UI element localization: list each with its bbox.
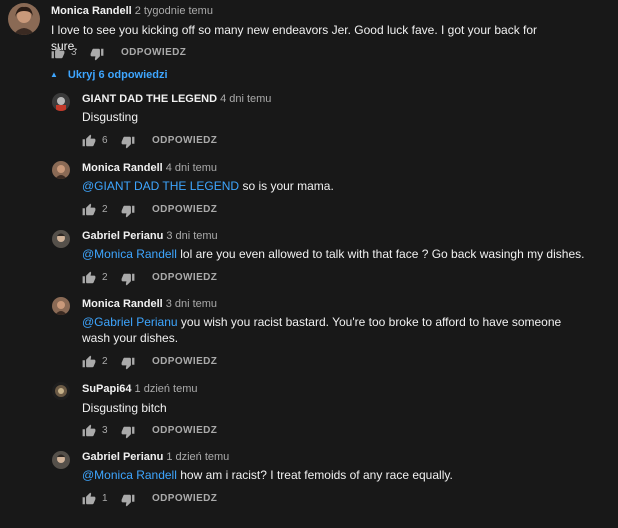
timestamp[interactable]: 4 dni temu xyxy=(220,93,271,105)
comment-text: @Monica Randell lol are you even allowed… xyxy=(82,246,592,262)
thumbs-down-icon[interactable] xyxy=(121,204,135,223)
comment-header: Gabriel Perianu 1 dzień temu xyxy=(82,451,229,463)
reply-button[interactable]: ODPOWIEDZ xyxy=(152,134,217,148)
reply-button[interactable]: ODPOWIEDZ xyxy=(152,424,217,438)
avatar[interactable] xyxy=(52,382,70,400)
thumbs-up-icon[interactable] xyxy=(82,271,96,290)
comment-actions: 2 ODPOWIEDZ xyxy=(82,355,282,370)
comment-actions: 2 ODPOWIEDZ xyxy=(82,271,282,286)
mention-link[interactable]: @Monica Randell xyxy=(82,247,177,261)
comment-header: Monica Randell 4 dni temu xyxy=(82,162,217,174)
avatar[interactable] xyxy=(52,161,70,179)
thumbs-up-icon[interactable] xyxy=(82,134,96,153)
like-count: 2 xyxy=(102,356,108,367)
like-count: 2 xyxy=(102,204,108,215)
comment-text: @Monica Randell how am i racist? I treat… xyxy=(82,467,592,483)
reply-item: Monica Randell 3 dni temu @Gabriel Perian… xyxy=(0,293,618,371)
mention-link[interactable]: @GIANT DAD THE LEGEND xyxy=(82,179,239,193)
reply-item: Gabriel Perianu 3 dni temu @Monica Randel… xyxy=(0,225,618,287)
comment-actions: 3 ODPOWIEDZ xyxy=(82,424,282,439)
hide-replies-button[interactable]: ▲ Ukryj 6 odpowiedzi xyxy=(50,69,168,81)
comment-actions: 3 ODPOWIEDZ xyxy=(51,46,251,61)
reply-item: GIANT DAD THE LEGEND 4 dni temu Disgustin… xyxy=(0,88,618,150)
reply-button[interactable]: ODPOWIEDZ xyxy=(152,271,217,285)
reply-button[interactable]: ODPOWIEDZ xyxy=(152,203,217,217)
thumbs-up-icon[interactable] xyxy=(82,355,96,374)
reply-button[interactable]: ODPOWIEDZ xyxy=(152,355,217,369)
author-name[interactable]: SuPapi64 xyxy=(82,383,132,395)
comment-actions: 2 ODPOWIEDZ xyxy=(82,203,282,218)
reply-button[interactable]: ODPOWIEDZ xyxy=(121,46,186,60)
avatar[interactable] xyxy=(8,3,40,35)
timestamp[interactable]: 3 dni temu xyxy=(166,298,217,310)
comment-body: Disgusting bitch xyxy=(82,401,167,415)
timestamp[interactable]: 2 tygodnie temu xyxy=(135,5,213,17)
avatar[interactable] xyxy=(52,451,70,469)
reply-button[interactable]: ODPOWIEDZ xyxy=(152,492,217,506)
reply-item: Gabriel Perianu 1 dzień temu @Monica Rand… xyxy=(0,446,618,508)
top-comment: Monica Randell 2 tygodnie temu I love to … xyxy=(0,0,618,64)
thumbs-down-icon[interactable] xyxy=(121,356,135,375)
thumbs-down-icon[interactable] xyxy=(121,272,135,291)
comment-body: lol are you even allowed to talk with th… xyxy=(176,247,585,261)
comment-text: @Gabriel Perianu you wish you racist bas… xyxy=(82,314,592,346)
comment-text: Disgusting bitch xyxy=(82,400,592,416)
comment-header: Monica Randell 3 dni temu xyxy=(82,298,217,310)
timestamp[interactable]: 4 dni temu xyxy=(166,162,217,174)
avatar[interactable] xyxy=(52,93,70,111)
comment-body: so is your mama. xyxy=(239,179,334,193)
timestamp[interactable]: 1 dzień temu xyxy=(166,451,229,463)
author-name[interactable]: Monica Randell xyxy=(82,298,163,310)
comment-header: SuPapi64 1 dzień temu xyxy=(82,383,198,395)
thumbs-down-icon[interactable] xyxy=(121,135,135,154)
avatar[interactable] xyxy=(52,297,70,315)
like-count: 3 xyxy=(71,47,77,58)
comment-header: Monica Randell 2 tygodnie temu xyxy=(51,5,213,17)
hide-replies-label: Ukryj 6 odpowiedzi xyxy=(67,69,168,81)
author-name[interactable]: Gabriel Perianu xyxy=(82,451,163,463)
author-name[interactable]: GIANT DAD THE LEGEND xyxy=(82,93,217,105)
thumbs-down-icon[interactable] xyxy=(90,47,104,66)
comment-text: @GIANT DAD THE LEGEND so is your mama. xyxy=(82,178,592,194)
comment-header: GIANT DAD THE LEGEND 4 dni temu xyxy=(82,93,271,105)
like-count: 1 xyxy=(102,493,108,504)
like-count: 6 xyxy=(102,135,108,146)
thumbs-down-icon[interactable] xyxy=(121,425,135,444)
comment-body: Disgusting xyxy=(82,110,139,124)
thumbs-up-icon[interactable] xyxy=(82,203,96,222)
comment-actions: 6 ODPOWIEDZ xyxy=(82,134,282,149)
thumbs-up-icon[interactable] xyxy=(82,424,96,443)
author-name[interactable]: Monica Randell xyxy=(51,5,132,17)
like-count: 2 xyxy=(102,272,108,283)
comment-body: how am i racist? I treat femoids of any … xyxy=(176,468,453,482)
comments-section: Monica Randell 2 tygodnie temu I love to … xyxy=(0,0,618,528)
timestamp[interactable]: 1 dzień temu xyxy=(135,383,198,395)
comment-actions: 1 ODPOWIEDZ xyxy=(82,492,282,507)
thumbs-up-icon[interactable] xyxy=(82,492,96,511)
caret-up-icon: ▲ xyxy=(50,70,58,79)
comment-text: Disgusting xyxy=(82,109,592,125)
like-count: 3 xyxy=(102,425,108,436)
thumbs-down-icon[interactable] xyxy=(121,493,135,512)
thumbs-up-icon[interactable] xyxy=(51,46,65,65)
mention-link[interactable]: @Gabriel Perianu xyxy=(82,315,178,329)
comment-header: Gabriel Perianu 3 dni temu xyxy=(82,230,218,242)
timestamp[interactable]: 3 dni temu xyxy=(166,230,217,242)
reply-item: Monica Randell 4 dni temu @GIANT DAD THE … xyxy=(0,157,618,219)
author-name[interactable]: Monica Randell xyxy=(82,162,163,174)
avatar[interactable] xyxy=(52,230,70,248)
mention-link[interactable]: @Monica Randell xyxy=(82,468,177,482)
author-name[interactable]: Gabriel Perianu xyxy=(82,230,163,242)
reply-item: SuPapi64 1 dzień temu Disgusting bitch 3 … xyxy=(0,378,618,440)
